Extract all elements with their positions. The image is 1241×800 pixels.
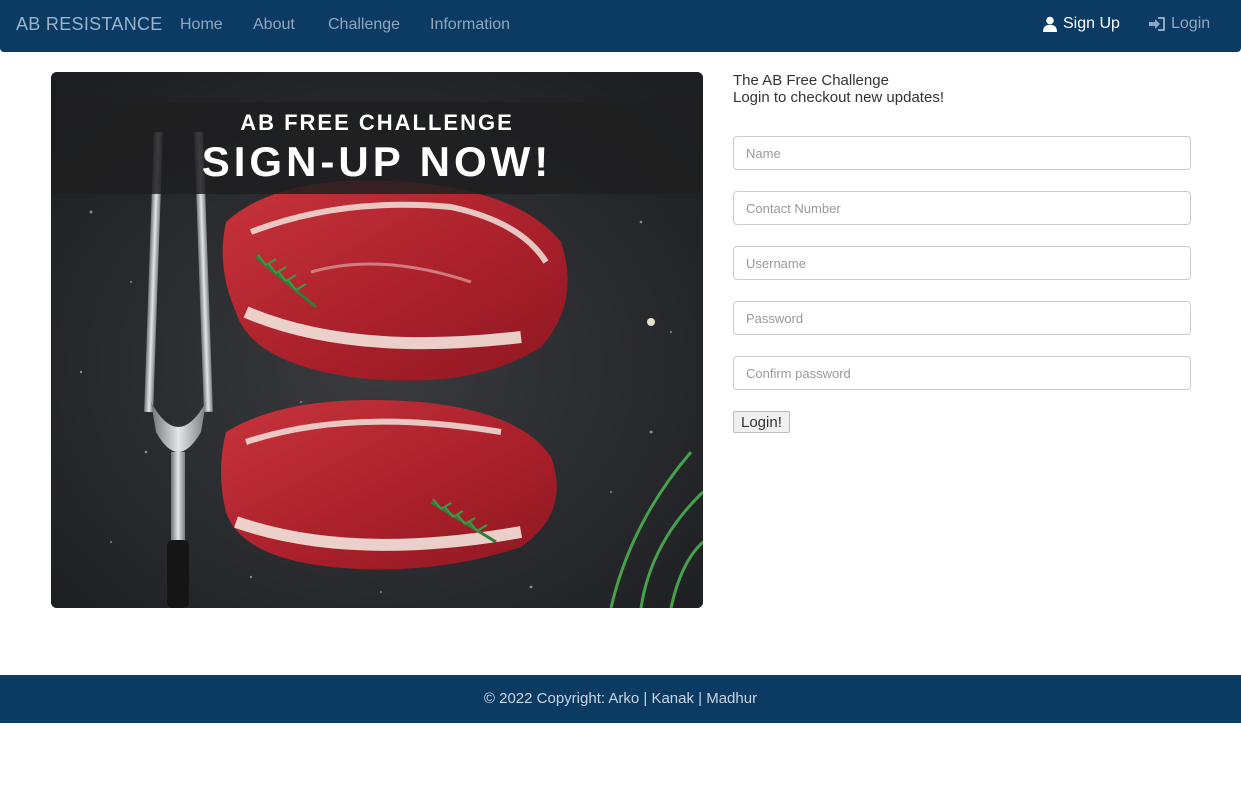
nav-about[interactable]: About <box>253 16 295 34</box>
login-submit-button[interactable]: Login! <box>733 411 790 433</box>
hero-image: AB FREE CHALLENGE SIGN-UP NOW! <box>51 72 703 608</box>
intro-subtitle: Login to checkout new updates! <box>733 89 944 106</box>
login-label: Login <box>1171 15 1211 32</box>
hero-banner: AB FREE CHALLENGE SIGN-UP NOW! <box>51 102 703 194</box>
nav-home[interactable]: Home <box>180 16 223 34</box>
nav-challenge[interactable]: Challenge <box>328 16 400 34</box>
login-link[interactable]: Login <box>1149 15 1210 33</box>
nav-information[interactable]: Information <box>430 16 510 34</box>
password-input[interactable] <box>733 301 1191 335</box>
intro-text: The AB Free Challenge Login to checkout … <box>733 72 944 106</box>
signup-link[interactable]: Sign Up <box>1042 15 1120 33</box>
brand-logo[interactable]: AB RESISTANCE <box>16 14 163 35</box>
contact-number-input[interactable] <box>733 191 1191 225</box>
footer: © 2022 Copyright: Arko | Kanak | Madhur <box>0 675 1241 723</box>
hero-headline: AB FREE CHALLENGE <box>240 110 514 135</box>
signup-label: Sign Up <box>1063 15 1120 32</box>
hero-cta-text: SIGN-UP NOW! <box>201 138 553 185</box>
name-input[interactable] <box>733 136 1191 170</box>
navbar: AB RESISTANCE Home About Challenge Infor… <box>0 0 1241 52</box>
intro-title: The AB Free Challenge <box>733 72 889 89</box>
user-icon <box>1042 16 1058 32</box>
username-input[interactable] <box>733 246 1191 280</box>
sign-in-icon <box>1149 16 1166 32</box>
footer-copyright: © 2022 Copyright: Arko | Kanak | Madhur <box>483 690 758 707</box>
confirm-password-input[interactable] <box>733 356 1191 390</box>
